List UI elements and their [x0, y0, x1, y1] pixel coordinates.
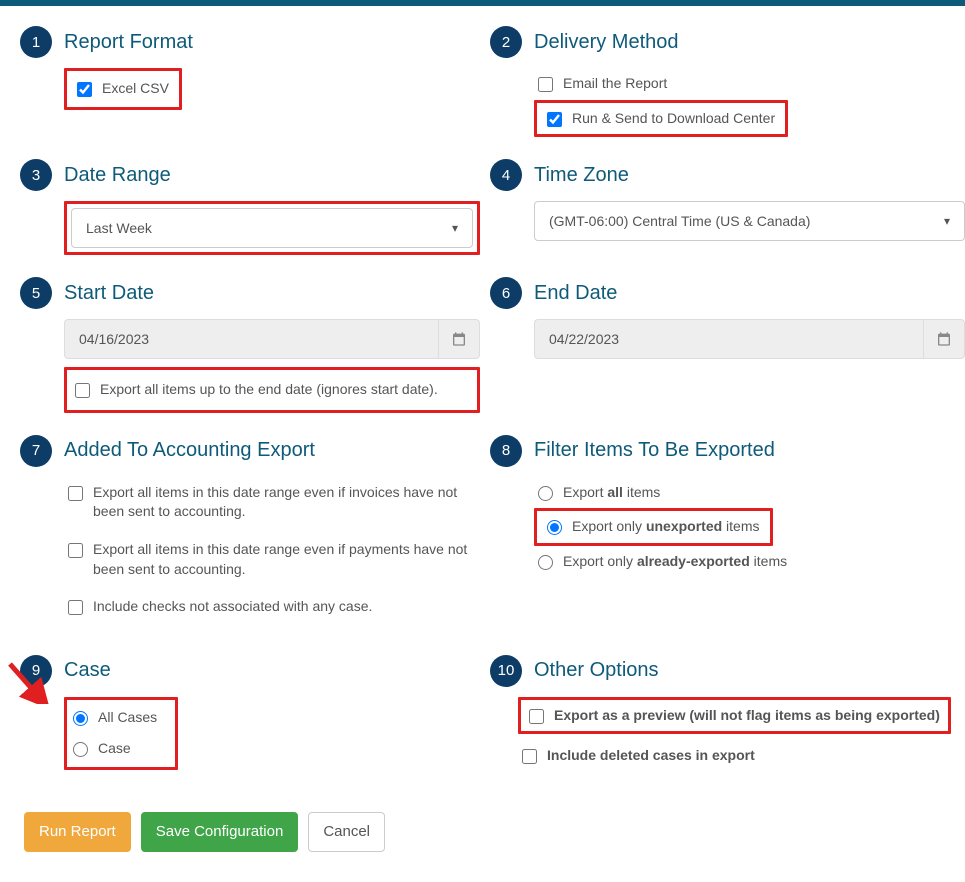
- chevron-down-icon: ▾: [452, 221, 458, 235]
- option-filter-already[interactable]: Export only already-exported items: [534, 546, 965, 578]
- section-5-head: 5 Start Date: [20, 277, 480, 309]
- section-3-head: 3 Date Range: [20, 159, 480, 191]
- badge-1: 1: [20, 26, 52, 58]
- section-10-title: Other Options: [534, 659, 659, 682]
- checkbox-run-send[interactable]: [547, 112, 562, 127]
- label-filter-unexported: Export only unexported items: [572, 517, 760, 537]
- section-4-title: Time Zone: [534, 164, 629, 187]
- checkbox-acct-2[interactable]: [68, 543, 83, 558]
- label-acct-3: Include checks not associated with any c…: [93, 597, 372, 617]
- form-container: 1 Report Format Excel CSV 2 Delivery Met…: [0, 6, 965, 882]
- input-start-date[interactable]: 04/16/2023: [64, 319, 438, 359]
- label-filter-all: Export all items: [563, 483, 660, 503]
- value-start-date: 04/16/2023: [79, 331, 149, 347]
- section-9-head: 9 Case: [20, 655, 480, 687]
- checkbox-email-report[interactable]: [538, 77, 553, 92]
- label-deleted: Include deleted cases in export: [547, 746, 755, 766]
- radio-filter-already[interactable]: [538, 555, 553, 570]
- checkbox-acct-3[interactable]: [68, 600, 83, 615]
- badge-4: 4: [490, 159, 522, 191]
- radio-case-all[interactable]: [73, 711, 88, 726]
- checkbox-preview[interactable]: [529, 709, 544, 724]
- option-preview[interactable]: Export as a preview (will not flag items…: [525, 700, 944, 732]
- value-end-date: 04/22/2023: [549, 331, 619, 347]
- select-date-range[interactable]: Last Week ▾: [71, 208, 473, 248]
- option-excel-csv[interactable]: Excel CSV: [73, 73, 173, 105]
- select-time-zone-value: (GMT-06:00) Central Time (US & Canada): [549, 213, 810, 229]
- badge-10: 10: [490, 655, 522, 687]
- option-case-all[interactable]: All Cases: [69, 702, 161, 734]
- badge-7: 7: [20, 435, 52, 467]
- label-run-send: Run & Send to Download Center: [572, 109, 775, 129]
- label-case-all: All Cases: [98, 708, 157, 728]
- button-end-date-picker[interactable]: [923, 319, 965, 359]
- section-9-title: Case: [64, 659, 111, 682]
- label-acct-2: Export all items in this date range even…: [93, 540, 476, 579]
- checkbox-excel-csv[interactable]: [77, 82, 92, 97]
- option-filter-unexported[interactable]: Export only unexported items: [543, 511, 764, 543]
- option-deleted[interactable]: Include deleted cases in export: [518, 740, 965, 772]
- badge-8: 8: [490, 435, 522, 467]
- input-end-date[interactable]: 04/22/2023: [534, 319, 923, 359]
- calendar-icon: [451, 331, 467, 347]
- option-run-send[interactable]: Run & Send to Download Center: [543, 103, 779, 135]
- chevron-down-icon: ▾: [944, 214, 950, 228]
- section-8-head: 8 Filter Items To Be Exported: [490, 435, 965, 467]
- section-5-title: Start Date: [64, 282, 154, 305]
- option-acct-2[interactable]: Export all items in this date range even…: [64, 534, 480, 585]
- option-filter-all[interactable]: Export all items: [534, 477, 965, 509]
- save-configuration-button[interactable]: Save Configuration: [141, 812, 299, 852]
- cancel-button[interactable]: Cancel: [308, 812, 385, 852]
- option-case-single[interactable]: Case: [69, 733, 161, 765]
- option-acct-3[interactable]: Include checks not associated with any c…: [64, 591, 480, 623]
- section-1-head: 1 Report Format: [20, 26, 480, 58]
- section-3-title: Date Range: [64, 164, 171, 187]
- badge-2: 2: [490, 26, 522, 58]
- section-8-title: Filter Items To Be Exported: [534, 439, 775, 462]
- label-acct-1: Export all items in this date range even…: [93, 483, 476, 522]
- label-email-report: Email the Report: [563, 74, 667, 94]
- select-time-zone[interactable]: (GMT-06:00) Central Time (US & Canada) ▾: [534, 201, 965, 241]
- section-7-title: Added To Accounting Export: [64, 439, 315, 462]
- section-2-head: 2 Delivery Method: [490, 26, 965, 58]
- badge-6: 6: [490, 277, 522, 309]
- checkbox-export-all-to-end[interactable]: [75, 383, 90, 398]
- label-filter-already: Export only already-exported items: [563, 552, 787, 572]
- radio-filter-unexported[interactable]: [547, 520, 562, 535]
- section-2-title: Delivery Method: [534, 31, 679, 54]
- button-start-date-picker[interactable]: [438, 319, 480, 359]
- checkbox-deleted[interactable]: [522, 749, 537, 764]
- section-6-title: End Date: [534, 282, 617, 305]
- label-excel-csv: Excel CSV: [102, 79, 169, 99]
- option-email-report[interactable]: Email the Report: [534, 68, 965, 100]
- option-export-all-to-end[interactable]: Export all items up to the end date (ign…: [71, 374, 473, 406]
- annotation-arrow-icon: [4, 658, 50, 704]
- calendar-icon: [936, 331, 952, 347]
- section-7-head: 7 Added To Accounting Export: [20, 435, 480, 467]
- label-export-all-to-end: Export all items up to the end date (ign…: [100, 380, 438, 400]
- run-report-button[interactable]: Run Report: [24, 812, 131, 852]
- section-1-title: Report Format: [64, 31, 193, 54]
- section-10-head: 10 Other Options: [490, 655, 965, 687]
- badge-3: 3: [20, 159, 52, 191]
- radio-case-single[interactable]: [73, 742, 88, 757]
- section-4-head: 4 Time Zone: [490, 159, 965, 191]
- checkbox-acct-1[interactable]: [68, 486, 83, 501]
- select-date-range-value: Last Week: [86, 220, 152, 236]
- badge-5: 5: [20, 277, 52, 309]
- section-6-head: 6 End Date: [490, 277, 965, 309]
- label-case-single: Case: [98, 739, 131, 759]
- radio-filter-all[interactable]: [538, 486, 553, 501]
- option-acct-1[interactable]: Export all items in this date range even…: [64, 477, 480, 528]
- label-preview: Export as a preview (will not flag items…: [554, 706, 940, 726]
